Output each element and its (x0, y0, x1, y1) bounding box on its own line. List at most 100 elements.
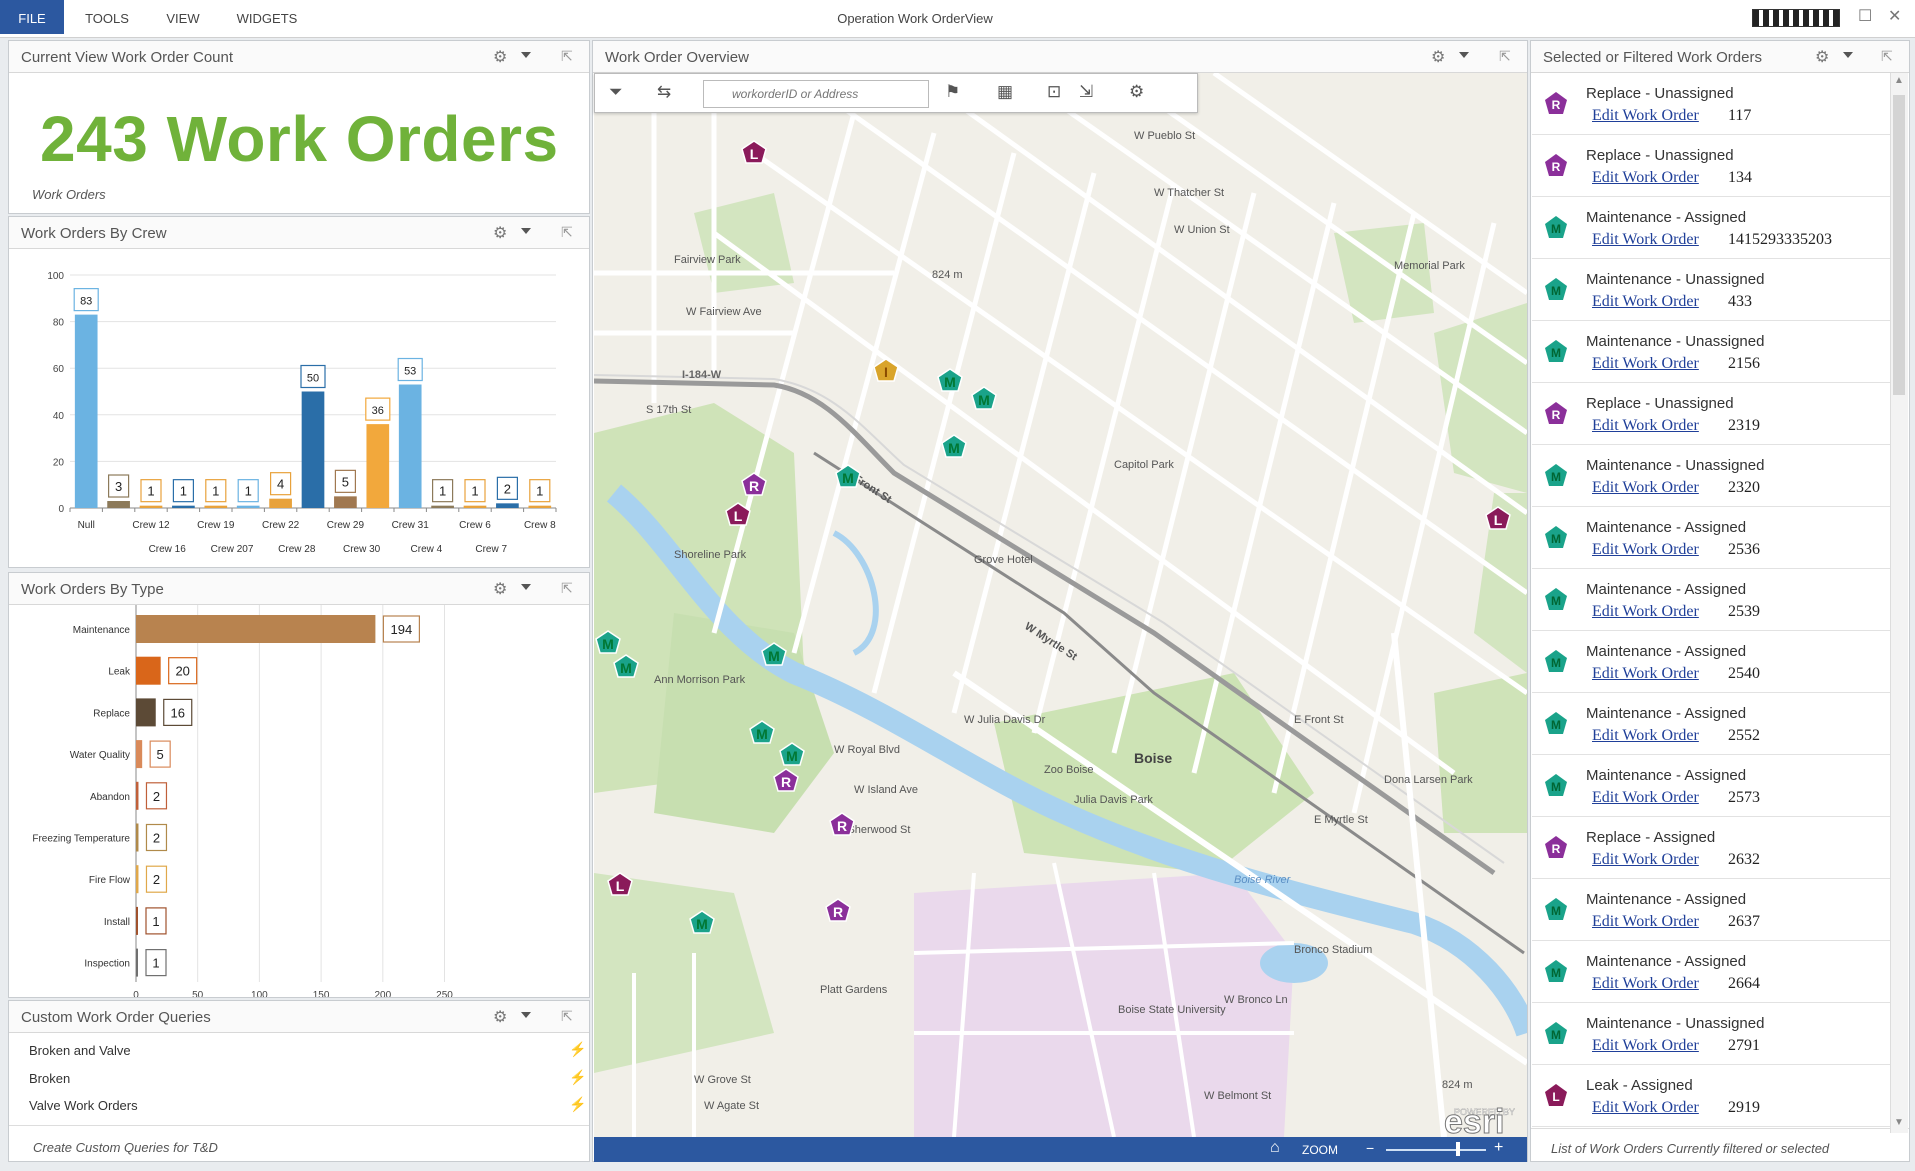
pin-icon[interactable]: ⇱ (561, 580, 573, 597)
scrollbar-thumb[interactable] (1893, 95, 1905, 395)
edit-work-order-link[interactable]: Edit Work Order (1592, 107, 1699, 125)
gear-icon[interactable]: ⚙ (493, 1007, 507, 1027)
crew-bar[interactable] (172, 505, 195, 508)
work-order-list-item[interactable]: R Replace - Unassigned Edit Work Order 2319 (1532, 383, 1890, 445)
crew-bar[interactable] (463, 505, 487, 508)
filter-icon[interactable]: ⏷ (609, 82, 623, 102)
work-order-list-item[interactable]: M Maintenance - Assigned Edit Work Order 14… (1532, 197, 1890, 259)
edit-work-order-link[interactable]: Edit Work Order (1592, 603, 1699, 621)
scroll-down-icon[interactable]: ▼ (1894, 1117, 1904, 1128)
crew-bar[interactable] (269, 498, 292, 508)
chevron-down-icon[interactable] (521, 584, 531, 590)
run-query-icon[interactable]: ⚡ (569, 1096, 586, 1113)
crew-bar[interactable] (204, 505, 228, 508)
query-item-valve-work-orders[interactable]: Valve Work Orders (29, 1098, 138, 1113)
run-query-icon[interactable]: ⚡ (569, 1041, 586, 1058)
pin-icon[interactable]: ⇱ (1499, 48, 1511, 65)
gear-icon[interactable]: ⚙ (493, 579, 507, 599)
work-order-list-item[interactable]: M Maintenance - Assigned Edit Work Order 25… (1532, 569, 1890, 631)
map-search-input[interactable] (703, 80, 929, 108)
gear-icon[interactable]: ⚙ (1815, 47, 1829, 67)
layers-icon[interactable]: ⚑ (945, 82, 960, 102)
edit-work-order-link[interactable]: Edit Work Order (1592, 789, 1699, 807)
edit-work-order-link[interactable]: Edit Work Order (1592, 1099, 1699, 1117)
type-bar[interactable] (136, 823, 139, 852)
run-query-icon[interactable]: ⚡ (569, 1069, 586, 1086)
crew-bar[interactable] (496, 503, 519, 508)
work-order-list-item[interactable]: R Replace - Unassigned Edit Work Order 134 (1532, 135, 1890, 197)
close-icon[interactable]: ✕ (1888, 6, 1901, 26)
crew-bar[interactable] (398, 384, 422, 508)
edit-work-order-link[interactable]: Edit Work Order (1592, 975, 1699, 993)
type-bar[interactable] (136, 698, 156, 727)
work-order-list-item[interactable]: M Maintenance - Unassigned Edit Work Order… (1532, 1003, 1890, 1065)
edit-work-order-link[interactable]: Edit Work Order (1592, 417, 1699, 435)
work-order-list-item[interactable]: M Maintenance - Assigned Edit Work Order 25… (1532, 693, 1890, 755)
home-icon[interactable]: ⌂ (1270, 1139, 1280, 1157)
chevron-down-icon[interactable] (1843, 52, 1853, 58)
pin-icon[interactable]: ⇱ (561, 224, 573, 241)
zoom-in-button[interactable]: + (1494, 1139, 1503, 1157)
edit-work-order-link[interactable]: Edit Work Order (1592, 355, 1699, 373)
crew-bar[interactable] (366, 424, 390, 508)
scroll-up-icon[interactable]: ▲ (1894, 75, 1904, 86)
settings-icon[interactable]: ⚙ (1129, 82, 1144, 102)
edit-work-order-link[interactable]: Edit Work Order (1592, 913, 1699, 931)
work-order-list-item[interactable]: M Maintenance - Unassigned Edit Work Order… (1532, 321, 1890, 383)
type-bar[interactable] (136, 906, 138, 935)
crew-bar[interactable] (334, 496, 357, 508)
crew-bar[interactable] (431, 505, 454, 508)
chevron-down-icon[interactable] (521, 1012, 531, 1018)
edit-work-order-link[interactable]: Edit Work Order (1592, 231, 1699, 249)
crew-bar[interactable] (301, 391, 325, 509)
work-order-list-item[interactable]: M Maintenance - Assigned Edit Work Order 26… (1532, 879, 1890, 941)
query-item-broken[interactable]: Broken (29, 1071, 70, 1086)
edit-work-order-link[interactable]: Edit Work Order (1592, 851, 1699, 869)
type-bar[interactable] (136, 615, 376, 643)
type-bar[interactable] (136, 865, 139, 894)
work-order-list-item[interactable]: M Maintenance - Assigned Edit Work Order 25… (1532, 755, 1890, 817)
edit-work-order-link[interactable]: Edit Work Order (1592, 665, 1699, 683)
pin-icon[interactable]: ⇱ (1881, 48, 1893, 65)
crew-bar[interactable] (528, 505, 552, 508)
edit-work-order-link[interactable]: Edit Work Order (1592, 727, 1699, 745)
list-scrollbar[interactable]: ▲ ▼ (1890, 73, 1908, 1133)
chevron-down-icon[interactable] (521, 52, 531, 58)
zoom-slider-thumb[interactable] (1456, 1142, 1460, 1156)
type-bar[interactable] (136, 948, 138, 977)
query-item-broken-and-valve[interactable]: Broken and Valve (29, 1043, 131, 1058)
user-toolbar-icon[interactable] (1752, 9, 1840, 27)
crew-bar[interactable] (236, 505, 260, 508)
edit-work-order-link[interactable]: Edit Work Order (1592, 541, 1699, 559)
zoom-out-button[interactable]: − (1366, 1140, 1374, 1156)
work-order-list-item[interactable]: R Replace - Assigned Edit Work Order 2632 (1532, 817, 1890, 879)
work-order-list-item[interactable]: L Leak - Assigned Edit Work Order 2919 (1532, 1065, 1890, 1127)
gear-icon[interactable]: ⚙ (493, 47, 507, 67)
map-tool-icon[interactable]: ⇲ (1079, 82, 1093, 102)
pin-icon[interactable]: ⇱ (561, 48, 573, 65)
edit-work-order-link[interactable]: Edit Work Order (1592, 169, 1699, 187)
map-canvas[interactable]: Fairview Park W Fairview Ave I-184-W S 1… (594, 73, 1527, 1137)
work-order-list-item[interactable]: M Maintenance - Assigned Edit Work Order 25… (1532, 507, 1890, 569)
pin-icon[interactable]: ⇱ (561, 1008, 573, 1025)
type-bar[interactable] (136, 781, 139, 810)
gear-icon[interactable]: ⚙ (493, 223, 507, 243)
work-order-list-item[interactable]: R Replace - Unassigned Edit Work Order 117 (1532, 73, 1890, 135)
grid-view-icon[interactable]: ▦ (997, 82, 1013, 102)
work-order-list-item[interactable]: M Maintenance - Unassigned Edit Work Order… (1532, 445, 1890, 507)
maximize-icon[interactable]: ☐ (1858, 6, 1872, 26)
gear-icon[interactable]: ⚙ (1431, 47, 1445, 67)
crew-bar[interactable] (139, 505, 163, 508)
select-features-icon[interactable]: ⇆ (657, 82, 671, 102)
work-order-list-item[interactable]: M Maintenance - Unassigned Edit Work Order… (1532, 259, 1890, 321)
zoom-slider-track[interactable] (1386, 1149, 1486, 1151)
crew-bar[interactable] (107, 501, 130, 508)
work-order-list-item[interactable]: M Maintenance - Assigned Edit Work Order 25… (1532, 631, 1890, 693)
edit-work-order-link[interactable]: Edit Work Order (1592, 479, 1699, 497)
work-order-list-item[interactable]: M Maintenance - Assigned Edit Work Order 26… (1532, 941, 1890, 1003)
chevron-down-icon[interactable] (521, 228, 531, 234)
type-bar[interactable] (136, 740, 143, 769)
type-bar[interactable] (136, 656, 161, 685)
edit-work-order-link[interactable]: Edit Work Order (1592, 1037, 1699, 1055)
crew-bar[interactable] (74, 314, 98, 508)
